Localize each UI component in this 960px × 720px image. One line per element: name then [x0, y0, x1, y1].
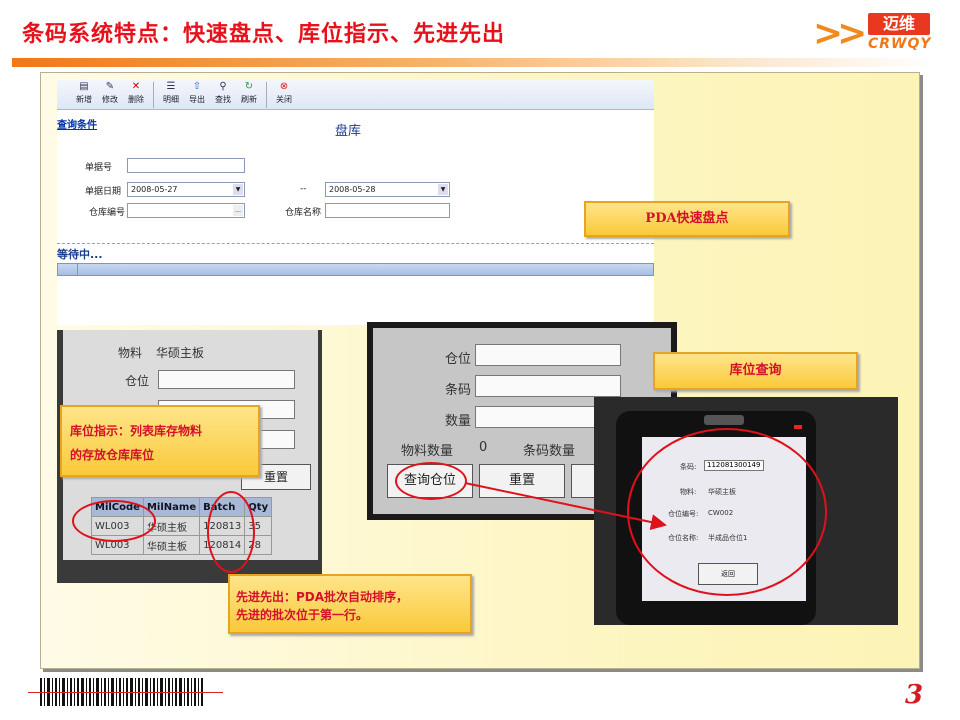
date-to-select[interactable]: 2008-05-28 ▼	[325, 182, 450, 197]
ellipsis-icon[interactable]: …	[233, 205, 243, 216]
grid-corner-cell	[58, 264, 78, 275]
chevron-down-icon: ▼	[438, 184, 448, 195]
location-input[interactable]	[158, 370, 295, 389]
loading-status: 等待中...	[57, 248, 103, 261]
logo-mark-icon: >>	[813, 13, 867, 54]
toolbar-new-button[interactable]: ▤ 新增	[71, 80, 97, 109]
toolbar-export-button[interactable]: ⇧ 导出	[184, 80, 210, 109]
callout-location-query: 库位查询	[653, 352, 858, 390]
toolbar-separator	[153, 82, 154, 108]
toolbar-refresh-button[interactable]: ↻ 刷新	[236, 80, 262, 109]
detail-icon: ☰	[166, 81, 176, 92]
material-value: 华硕主板	[156, 346, 205, 360]
callout-pda-count: PDA快速盘点	[584, 201, 790, 237]
query-conditions-link[interactable]: 查询条件	[57, 116, 97, 131]
logo-cn: 迈维	[868, 13, 930, 35]
edit-icon: ✎	[105, 81, 115, 92]
callout-location-indication: 库位指示：列表库存物料 的存放仓库库位	[60, 405, 260, 477]
footer-red-line	[28, 692, 223, 693]
doc-no-label: 单据号	[85, 163, 113, 173]
barcode-input[interactable]	[475, 375, 621, 397]
export-icon: ⇧	[192, 81, 202, 92]
title-underline-bar	[12, 58, 934, 67]
pda-led	[794, 425, 802, 429]
toolbar-edit-button[interactable]: ✎ 修改	[97, 80, 123, 109]
toolbar-close-button[interactable]: ⊗ 关闭	[271, 80, 297, 109]
warehouse-name-label: 仓库名称	[285, 208, 322, 218]
pda-brand-plate	[704, 415, 744, 425]
highlight-batch	[207, 491, 255, 573]
barcode-qty-label: 条码数量	[523, 444, 576, 459]
highlight-milcode	[72, 500, 156, 542]
search-icon: ⚲	[219, 81, 227, 92]
close-icon: ⊗	[279, 81, 289, 92]
highlight-result-screen	[627, 428, 827, 596]
toolbar-separator	[266, 82, 267, 108]
doc-date-label: 单据日期	[85, 187, 122, 197]
delete-icon: ✕	[131, 81, 141, 92]
warehouse-code-input[interactable]: …	[127, 203, 245, 218]
callout-fifo: 先进先出：PDA批次自动排序， 先进的批次位于第一行。	[228, 574, 472, 634]
new-icon: ▤	[79, 81, 89, 92]
doc-no-input[interactable]	[127, 158, 245, 173]
material-qty-label: 物料数量	[401, 444, 454, 459]
toolbar: ▤ 新增 ✎ 修改 ✕ 删除 ☰ 明细 ⇧ 导出 ⚲ 查找 ↻ 刷新 ⊗ 关闭	[57, 80, 654, 110]
page-number: 3	[905, 680, 924, 710]
warehouse-code-label: 仓库编号	[89, 208, 126, 218]
location-label: 仓位	[125, 374, 150, 388]
slide-title: 条码系统特点：快速盘点、库位指示、先进先出	[22, 22, 506, 47]
material-label: 物料	[118, 346, 143, 360]
splitter-line[interactable]	[57, 243, 654, 244]
toolbar-search-button[interactable]: ⚲ 查找	[210, 80, 236, 109]
logo-en: CRWQY	[868, 36, 932, 52]
page-heading: 盘库	[335, 124, 362, 139]
inventory-count-window: ▤ 新增 ✎ 修改 ✕ 删除 ☰ 明细 ⇧ 导出 ⚲ 查找 ↻ 刷新 ⊗ 关闭 …	[57, 80, 654, 325]
qty-label: 数量	[445, 414, 472, 429]
grid-header-bar	[57, 263, 654, 276]
company-logo: >> 迈维 CRWQY	[813, 11, 933, 55]
toolbar-delete-button[interactable]: ✕ 删除	[123, 80, 149, 109]
highlight-query-button	[395, 462, 467, 500]
material-qty-value: 0	[479, 440, 488, 455]
location-input[interactable]	[475, 344, 621, 366]
reset-button[interactable]: 重置	[479, 464, 565, 498]
warehouse-name-input[interactable]	[325, 203, 450, 218]
barcode-label: 条码	[445, 383, 472, 398]
refresh-icon: ↻	[244, 81, 254, 92]
date-from-select[interactable]: 2008-05-27 ▼	[127, 182, 245, 197]
date-separator: --	[300, 184, 307, 194]
toolbar-detail-button[interactable]: ☰ 明细	[158, 80, 184, 109]
location-label: 仓位	[445, 352, 472, 367]
chevron-down-icon: ▼	[233, 184, 243, 195]
